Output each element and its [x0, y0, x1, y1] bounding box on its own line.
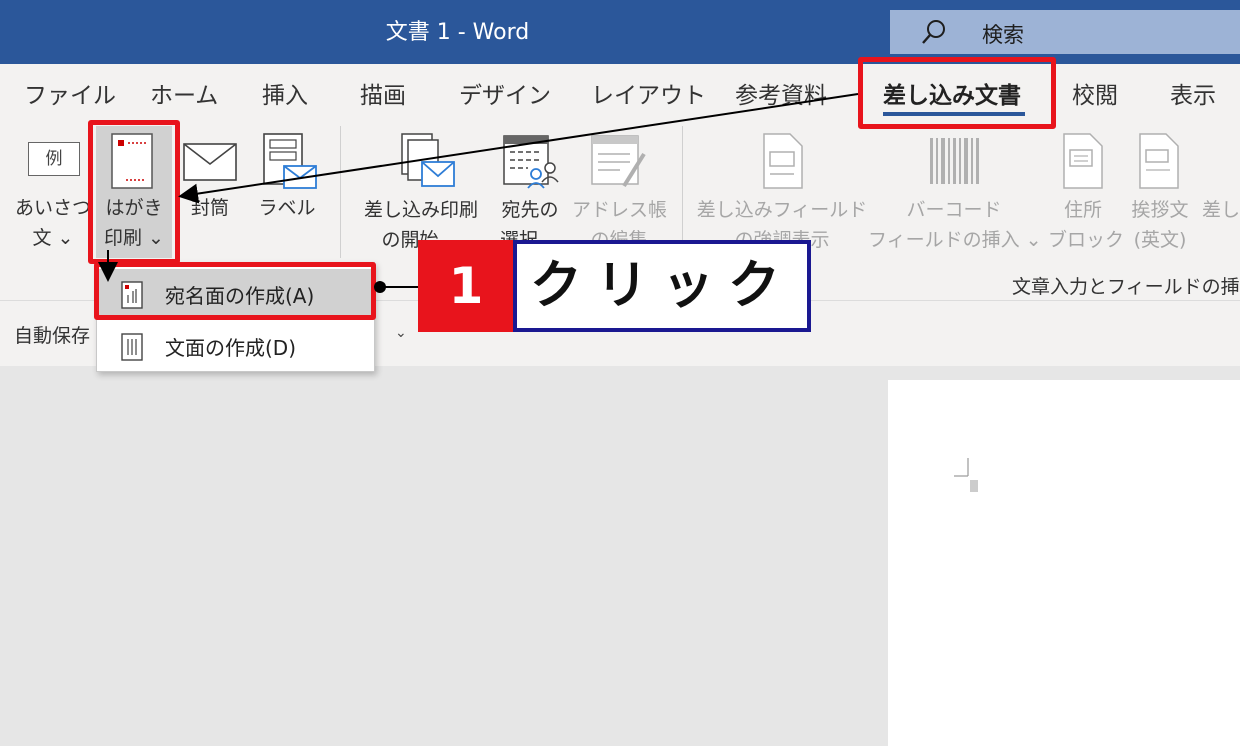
arrow-tab-to-postcard [178, 93, 859, 204]
step-number-badge: 1 [418, 240, 514, 332]
annotation-arrows [98, 93, 859, 293]
step-instruction-label: クリック [513, 240, 811, 332]
callout-connector-dot [374, 281, 386, 293]
